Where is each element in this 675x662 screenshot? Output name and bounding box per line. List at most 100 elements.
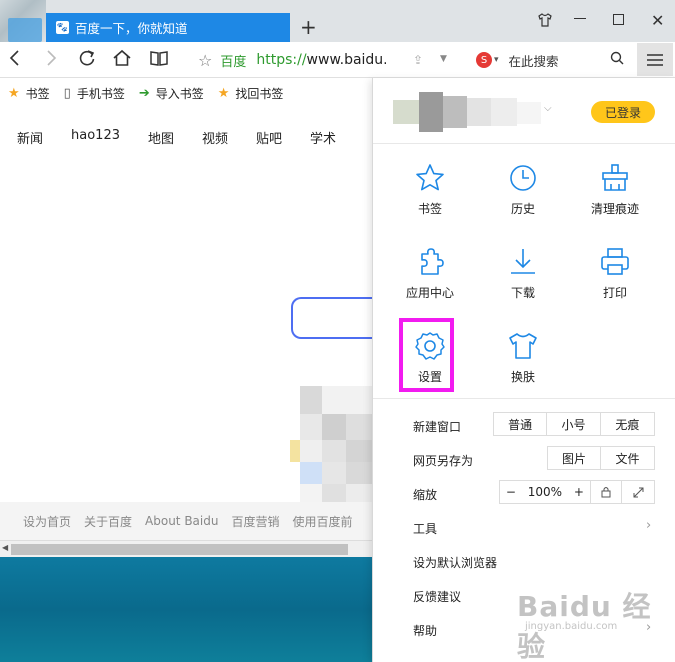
broom-icon [602,164,628,191]
new-tab-button[interactable]: + [300,15,317,39]
menu-history[interactable]: 历史 [478,162,568,217]
menu-clear-traces[interactable]: 清理痕迹 [570,162,660,217]
footer-link[interactable]: 关于百度 [84,513,132,530]
menu-feedback[interactable]: 反馈建议 [413,588,461,605]
new-window-incognito[interactable]: 无痕 [601,413,654,435]
fullscreen-icon[interactable] [622,481,654,503]
menu-label: 应用中心 [405,286,454,300]
share-icon[interactable]: ⇪ [413,53,423,67]
star-icon: ★ [217,85,230,101]
address-dropdown-icon[interactable]: ▼ [440,54,447,64]
bookmark-item[interactable]: ▯ 手机书签 [64,85,125,102]
nav-link[interactable]: hao123 [71,128,120,147]
zoom-out-button[interactable]: − [506,485,516,499]
new-window-small[interactable]: 小号 [547,413,601,435]
footer-link[interactable]: 使用百度前 [292,513,352,530]
favorite-star-icon[interactable]: ☆ [198,51,212,70]
highlight-annotation [399,318,454,392]
baidu-search-input[interactable] [291,297,381,339]
nav-link[interactable]: 地图 [148,128,174,147]
bookmark-item[interactable]: ★ 书签 [8,85,50,102]
reader-icon[interactable] [149,49,169,72]
pixelated-content [290,386,372,508]
menu-label: 下载 [510,286,535,300]
menu-label: 换肤 [510,370,535,384]
engine-dropdown-icon[interactable]: ▾ [494,55,499,65]
search-box[interactable]: S ▾ 在此搜索 [470,46,630,74]
menu-help[interactable]: 帮助 [413,622,437,639]
refresh-icon[interactable] [78,49,96,72]
lock-icon[interactable] [591,481,623,503]
bookmark-item[interactable]: ★ 找回书签 [218,85,284,102]
zoom-label: 缩放 [413,488,438,502]
forward-icon[interactable] [44,49,58,72]
puzzle-icon [421,248,444,275]
home-icon[interactable] [112,49,132,72]
zoom-in-button[interactable]: + [574,485,584,499]
url-host: www.baidu.c [306,52,387,68]
logged-in-badge[interactable]: 已登录 [591,101,655,123]
menu-change-skin[interactable]: 换肤 [478,330,568,385]
clock-icon [510,165,536,191]
menu-bookmarks[interactable]: 书签 [385,162,475,217]
nav-link[interactable]: 学术 [310,128,336,147]
minimize-button[interactable] [574,18,586,19]
account-dropdown-icon[interactable]: ⌵ [544,103,552,114]
save-as-options: 图片 文件 [547,446,655,470]
watermark-url: jingyan.baidu.com [525,621,618,632]
back-icon[interactable] [8,49,22,72]
search-placeholder: 在此搜索 [508,53,559,69]
baidu-paw-icon: 🐾 [56,21,69,34]
search-icon[interactable] [610,51,624,69]
tab-title: 百度一下，你就知道 [75,21,188,36]
user-account-pixelated[interactable] [393,92,543,132]
shirt-skin-icon[interactable] [537,12,553,32]
menu-label: 清理痕迹 [590,202,639,216]
import-icon: ➔ [138,85,150,101]
tab-baidu[interactable]: 🐾 百度一下，你就知道 [46,13,290,42]
bookmark-label: 手机书签 [76,86,125,101]
hamburger-menu-icon[interactable] [637,43,673,76]
footer-link[interactable]: About Baidu [145,514,218,528]
new-window-normal[interactable]: 普通 [494,413,548,435]
close-button[interactable]: ✕ [651,11,664,30]
footer-link[interactable]: 设为首页 [23,513,71,530]
menu-label: 打印 [602,286,627,300]
bookmark-label: 书签 [25,86,50,101]
footer-link[interactable]: 百度营销 [231,513,279,530]
scroll-left-icon[interactable]: ◀ [2,543,8,552]
menu-print[interactable]: 打印 [570,246,660,301]
bookmark-label: 找回书签 [235,86,284,101]
bookmark-item[interactable]: ➔ 导入书签 [139,85,204,102]
menu-set-default-browser[interactable]: 设为默认浏览器 [413,554,497,571]
url-text[interactable]: https://www.baidu.c [256,52,386,68]
menu-app-center[interactable]: 应用中心 [385,246,475,301]
site-name: 百度 [220,54,247,70]
printer-icon [601,248,629,275]
nav-link[interactable]: 贴吧 [256,128,282,147]
new-window-options: 普通 小号 无痕 [493,412,655,436]
baidu-top-nav: 新闻 hao123 地图 视频 贴吧 学术 [0,128,347,147]
menu-tools[interactable]: 工具 [413,520,437,537]
sogou-engine-icon[interactable]: S [476,52,492,68]
page-footer: 设为首页 关于百度 About Baidu 百度营销 使用百度前 [0,502,375,540]
zoom-value: 100% [527,485,563,499]
horizontal-scrollbar[interactable]: ◀ [0,540,375,557]
divider [373,143,675,144]
scroll-thumb[interactable] [11,544,348,555]
save-as-label: 网页另存为 [413,454,474,468]
menu-download[interactable]: 下载 [478,246,568,301]
blurred-corner-icon [8,18,42,42]
maximize-button[interactable] [613,14,624,25]
save-as-file[interactable]: 文件 [601,447,654,469]
zoom-controls: − 100% + [499,480,655,504]
address-bar[interactable]: ☆ 百度 https://www.baidu.c [190,46,466,74]
phone-icon: ▯ [63,85,71,101]
save-as-image[interactable]: 图片 [548,447,602,469]
nav-link[interactable]: 视频 [202,128,228,147]
nav-link[interactable]: 新闻 [17,128,43,147]
star-icon [416,164,444,191]
chevron-right-icon: › [646,518,652,533]
zoom-stepper: − 100% + [500,481,591,503]
menu-label: 书签 [417,202,442,216]
